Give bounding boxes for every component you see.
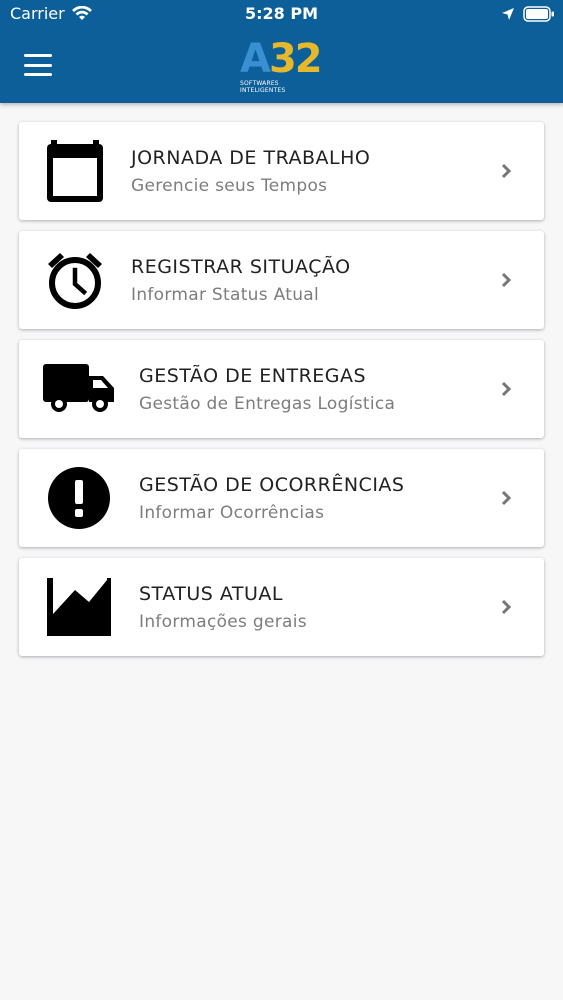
status-right-icons <box>493 6 555 22</box>
hamburger-menu-button[interactable] <box>24 54 52 76</box>
location-arrow-icon <box>502 8 514 20</box>
menu-item-title: GESTÃO DE OCORRÊNCIAS <box>139 474 405 496</box>
menu-item-subtitle: Informar Ocorrências <box>139 503 325 523</box>
truck-icon <box>43 364 114 412</box>
chevron-right-icon <box>501 381 512 397</box>
app-header: Carrier 5:28 PM A32 SOFTWARES INTELIGENT… <box>0 0 563 103</box>
menu-item-status[interactable]: STATUS ATUAL Informações gerais <box>19 558 544 656</box>
menu-item-registrar[interactable]: REGISTRAR SITUAÇÃO Informar Status Atual <box>19 231 544 329</box>
chevron-right-icon <box>501 490 512 506</box>
menu-item-entregas[interactable]: GESTÃO DE ENTREGAS Gestão de Entregas Lo… <box>19 340 544 438</box>
chevron-right-icon <box>501 163 512 179</box>
menu-item-title: REGISTRAR SITUAÇÃO <box>131 256 351 278</box>
menu-item-subtitle: Gerencie seus Tempos <box>131 176 328 196</box>
logo-tagline: SOFTWARES INTELIGENTES <box>240 80 286 94</box>
chevron-right-icon <box>501 272 512 288</box>
menu-item-subtitle: Gestão de Entregas Logística <box>139 394 396 414</box>
chevron-right-icon <box>501 599 512 615</box>
company-logo: A32 SOFTWARES INTELIGENTES <box>240 38 324 94</box>
menu-item-title: JORNADA DE TRABALHO <box>131 147 371 169</box>
area-chart-icon <box>47 578 111 636</box>
menu-list: JORNADA DE TRABALHO Gerencie seus Tempos… <box>19 122 544 667</box>
menu-item-subtitle: Informar Status Atual <box>131 285 320 305</box>
battery-icon <box>523 6 554 22</box>
menu-bar-line <box>24 73 52 76</box>
alert-circle-icon <box>48 467 110 529</box>
alarm-clock-icon <box>48 253 102 309</box>
logo-mark: A32 <box>240 38 324 80</box>
status-bar: Carrier 5:28 PM <box>0 0 563 30</box>
menu-item-subtitle: Informações gerais <box>139 612 307 632</box>
logo-mark-32: 32 <box>268 36 323 82</box>
logo-mark-a: A <box>240 36 271 82</box>
status-time: 5:28 PM <box>244 4 318 23</box>
menu-item-title: STATUS ATUAL <box>139 583 283 605</box>
menu-item-ocorrencias[interactable]: GESTÃO DE OCORRÊNCIAS Informar Ocorrênci… <box>19 449 544 547</box>
menu-item-jornada[interactable]: JORNADA DE TRABALHO Gerencie seus Tempos <box>19 122 544 220</box>
calendar-icon <box>47 140 103 202</box>
menu-bar-line <box>24 63 52 67</box>
menu-item-title: GESTÃO DE ENTREGAS <box>139 365 367 387</box>
menu-bar-line <box>24 54 52 57</box>
